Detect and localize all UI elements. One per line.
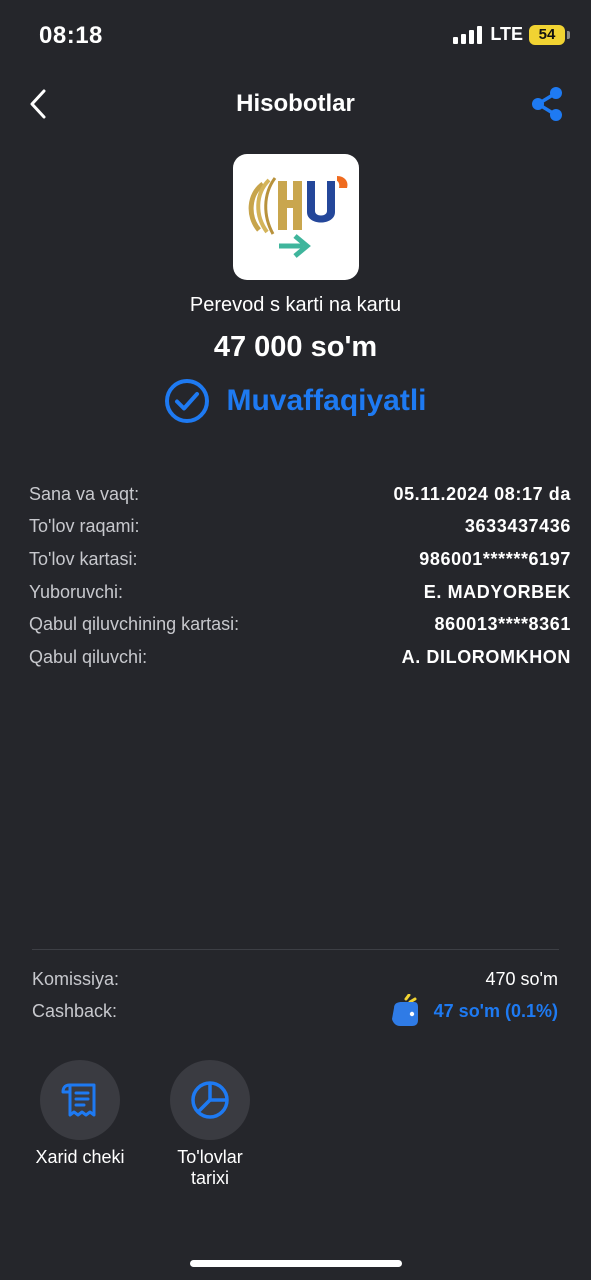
commission-value: 470 so'm: [485, 968, 558, 989]
detail-row-recipient-card: Qabul qiluvchining kartasi: 860013****83…: [29, 608, 571, 641]
wallet-icon: [391, 994, 418, 1026]
transaction-type: Perevod s karti na kartu: [189, 294, 402, 316]
cashback-value: 47 so'm (0.1%): [433, 1000, 558, 1021]
status-time: 08:18: [39, 22, 103, 49]
history-button-circle[interactable]: [170, 1060, 250, 1140]
detail-label: Qabul qiluvchi:: [29, 646, 148, 667]
page-title: Hisobotlar: [236, 90, 355, 117]
cashback-info: 47 so'm (0.1%): [388, 994, 558, 1028]
detail-label: To'lov kartasi:: [29, 548, 138, 569]
commission-label: Komissiya:: [32, 968, 120, 989]
signal-icon: [453, 25, 483, 44]
receipt-button-circle[interactable]: [40, 1060, 120, 1140]
detail-value: 05.11.2024 08:17 da: [393, 483, 571, 504]
screen: 08:18 LTE 54 Hisobotlar Perevod s karti …: [0, 0, 591, 1280]
cashback-row: Cashback: 47 so'm (0.1%): [32, 994, 558, 1028]
detail-label: Qabul qiluvchining kartasi:: [29, 614, 240, 635]
detail-value: 860013****8361: [434, 614, 571, 635]
detail-value: 3633437436: [464, 516, 571, 537]
detail-row-date: Sana va vaqt: 05.11.2024 08:17 da: [29, 478, 571, 511]
detail-row-payment-card: To'lov kartasi: 986001******6197: [29, 543, 571, 576]
divider: [32, 949, 559, 950]
transaction-amount: 47 000 so'm: [213, 331, 378, 363]
fees-section: Komissiya: 470 so'm Cashback: 47 so'm (0…: [32, 963, 558, 1027]
history-label: To'lovlar tarixi: [177, 1147, 243, 1188]
detail-value: E. MADYORBEK: [423, 581, 571, 602]
pie-chart-icon: [191, 1081, 229, 1119]
payment-history-button[interactable]: To'lovlar tarixi: [150, 1060, 270, 1189]
share-button[interactable]: [525, 82, 569, 126]
detail-label: Yuboruvchi:: [29, 581, 124, 602]
home-indicator[interactable]: [190, 1260, 402, 1267]
payment-system-logo: [248, 176, 348, 258]
detail-value: 986001******6197: [419, 548, 571, 569]
receipt-icon: [61, 1083, 96, 1117]
detail-row-recipient: Qabul qiluvchi: A. DILOROMKHON: [29, 641, 571, 674]
battery-icon: 54: [529, 24, 570, 45]
receipt-button[interactable]: Xarid cheki: [20, 1060, 140, 1168]
detail-row-sender: Yuboruvchi: E. MADYORBEK: [29, 576, 571, 609]
detail-label: To'lov raqami:: [29, 516, 140, 537]
status-bar: 08:18 LTE 54: [0, 0, 591, 72]
detail-label: Sana va vaqt:: [29, 483, 140, 504]
detail-value: A. DILOROMKHON: [401, 646, 571, 667]
network-type: LTE: [490, 24, 523, 44]
cashback-label: Cashback:: [32, 1000, 118, 1021]
share-icon: [532, 87, 562, 121]
humo-uzcard-logo: [233, 154, 359, 280]
detail-row-payment-number: To'lov raqami: 3633437436: [29, 511, 571, 544]
status-indicators: LTE 54: [453, 24, 570, 45]
transaction-status: Muvaffaqiyatli: [0, 378, 591, 424]
transaction-details: Sana va vaqt: 05.11.2024 08:17 da To'lov…: [29, 478, 571, 674]
status-text: Muvaffaqiyatli: [226, 384, 427, 417]
commission-row: Komissiya: 470 so'm: [32, 963, 558, 995]
receipt-label: Xarid cheki: [35, 1147, 125, 1167]
check-circle-icon: [165, 379, 210, 423]
